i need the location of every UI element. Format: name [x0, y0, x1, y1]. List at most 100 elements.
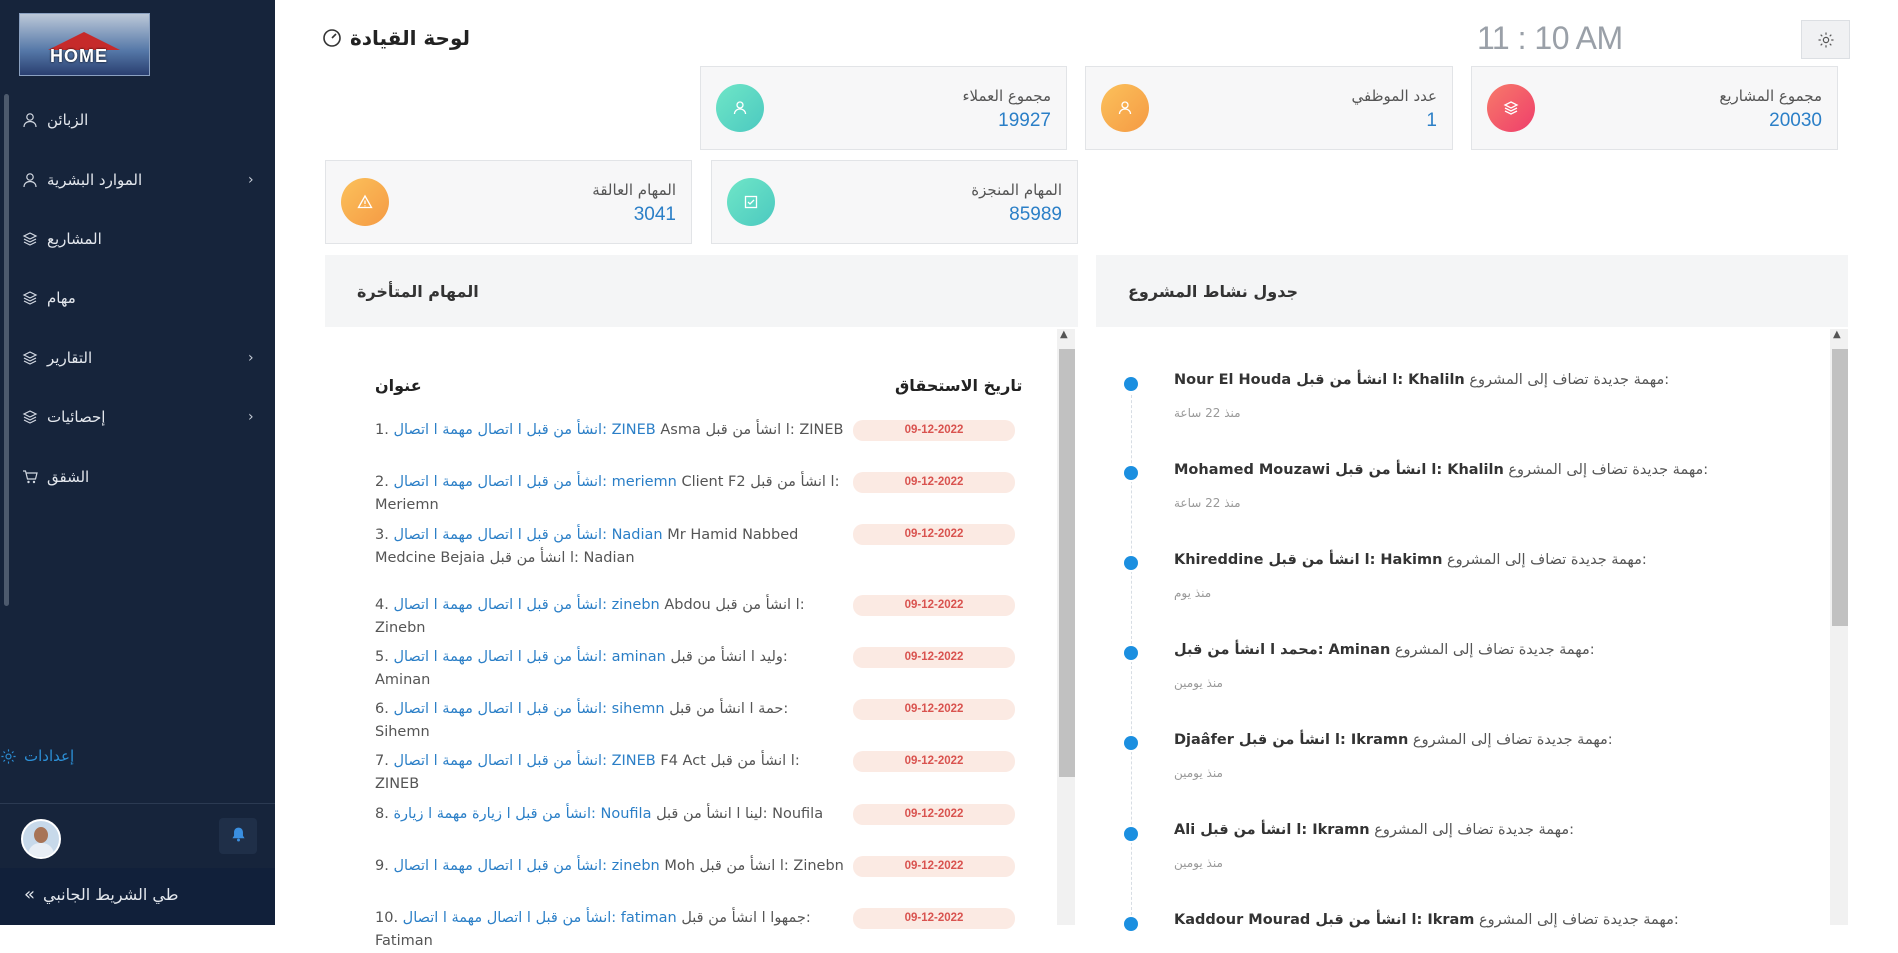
sidebar-item-statistics[interactable]: إحصائيات ›: [20, 403, 254, 431]
activity-item[interactable]: Djaâfer ا انشأ من قبل: Ikramn مهمة جديدة…: [1174, 732, 1613, 748]
scroll-thumb[interactable]: [1832, 349, 1848, 626]
late-tasks-scrollbar[interactable]: ▲: [1057, 329, 1075, 925]
sidebar-item-label: التقارير: [47, 349, 93, 367]
activity-item[interactable]: Nour El Houda ا انشأ من قبل: Khaliln مهم…: [1174, 372, 1669, 388]
activity-header: جدول نشاط المشروع: [1096, 255, 1848, 327]
activity-item[interactable]: Khireddine ا انشأ من قبل: Hakimn مهمة جد…: [1174, 552, 1647, 568]
stat-label: المهام العالقة: [592, 181, 676, 199]
due-date-badge: 09-12-2022: [853, 856, 1015, 877]
stat-value: 1: [1426, 110, 1437, 131]
scroll-up-icon[interactable]: ▲: [1060, 329, 1068, 340]
timeline-dot: [1124, 556, 1138, 570]
table-row[interactable]: 8. انشأ من قبل ا زيارة مهمة ا زيارة: Nou…: [375, 803, 845, 826]
stat-value: 20030: [1769, 110, 1822, 131]
layers-icon: [20, 408, 40, 426]
activity-time: منذ 22 ساعة: [1174, 496, 1241, 510]
activity-item[interactable]: محمد ا انشأ من قبل: Aminan مهمة جديدة تض…: [1174, 642, 1595, 658]
table-row[interactable]: 4. انشأ من قبل ا اتصال مهمة ا اتصال: zin…: [375, 594, 845, 640]
activity-scrollbar[interactable]: ▲: [1830, 329, 1848, 925]
table-row[interactable]: 3. انشأ من قبل ا اتصال مهمة ا اتصال: Nad…: [375, 524, 845, 570]
task-link[interactable]: انشأ من قبل ا اتصال مهمة ا اتصال: ZINEB: [393, 422, 655, 438]
task-link[interactable]: انشأ من قبل ا اتصال مهمة ا اتصال: sihemn: [393, 701, 664, 717]
task-link[interactable]: انشأ من قبل ا زيارة مهمة ا زيارة: Noufil…: [393, 806, 651, 822]
avatar[interactable]: [21, 819, 61, 859]
sidebar-scrollbar[interactable]: [4, 94, 9, 606]
stat-card-projects: مجموع المشاريع 20030: [1471, 66, 1838, 150]
clock: 11 : 10 AM: [1477, 20, 1623, 56]
sidebar-item-clients[interactable]: الزبائن: [20, 106, 88, 134]
sidebar-item-label: إحصائيات: [47, 408, 106, 426]
activity-item[interactable]: Kaddour Mourad ا انشأ من قبل: Ikram مهمة…: [1174, 912, 1679, 928]
layers-icon: [20, 230, 40, 248]
stat-label: عدد الموظفي: [1351, 87, 1437, 105]
page-title-text: لوحة القيادة: [349, 26, 470, 50]
sidebar-item-reports[interactable]: التقارير ›: [20, 344, 254, 372]
sidebar-item-label: مهام: [47, 289, 76, 307]
collapse-label: طي الشريط الجانبي: [43, 885, 179, 904]
double-chevron-left-icon: «: [24, 884, 36, 905]
activity-time: منذ يومين: [1174, 766, 1223, 780]
activity-item[interactable]: Ali ا انشأ من قبل: Ikramn مهمة جديدة تضا…: [1174, 822, 1574, 838]
table-row[interactable]: 2. انشأ من قبل ا اتصال مهمة ا اتصال: mer…: [375, 471, 845, 517]
settings-link[interactable]: إعدادات: [0, 747, 74, 765]
task-link[interactable]: انشأ من قبل ا اتصال مهمة ا اتصال: ZINEB: [393, 753, 655, 769]
logo[interactable]: HOME: [19, 13, 150, 76]
task-link[interactable]: انشأ من قبل ا اتصال مهمة ا اتصال: zinebn: [393, 597, 659, 613]
chevron-right-icon: ›: [248, 409, 254, 425]
stat-card-clients: مجموع العملاء 19927: [700, 66, 1067, 150]
due-date-badge: 09-12-2022: [853, 804, 1015, 825]
settings-button[interactable]: [1801, 20, 1850, 59]
due-date-badge: 09-12-2022: [853, 647, 1015, 668]
sidebar-item-tasks[interactable]: مهام: [20, 284, 76, 312]
task-link[interactable]: انشأ من قبل ا اتصال مهمة ا اتصال: Nadian: [393, 527, 662, 543]
table-row[interactable]: 6. انشأ من قبل ا اتصال مهمة ا اتصال: sih…: [375, 698, 845, 744]
late-tasks-header: المهام المتأخرة: [325, 255, 1078, 327]
warning-icon: [341, 178, 389, 226]
scroll-thumb[interactable]: [1059, 349, 1075, 777]
stat-value: 19927: [998, 110, 1051, 131]
user-icon: [20, 111, 40, 129]
stat-card-pending-tasks: المهام العالقة 3041: [325, 160, 692, 244]
sidebar-item-label: الموارد البشرية: [47, 171, 143, 189]
task-link[interactable]: انشأ من قبل ا اتصال مهمة ا اتصال: fatima…: [403, 910, 677, 926]
task-link[interactable]: انشأ من قبل ا اتصال مهمة ا اتصال: meriem…: [393, 474, 676, 490]
stat-label: مجموع العملاء: [962, 87, 1051, 105]
stat-card-done-tasks: المهام المنجزة 85989: [711, 160, 1078, 244]
activity-time: منذ يوم: [1174, 586, 1212, 600]
panel-title: المهام المتأخرة: [357, 282, 479, 301]
task-link[interactable]: انشأ من قبل ا اتصال مهمة ا اتصال: aminan: [393, 649, 665, 665]
users-icon: [1101, 84, 1149, 132]
due-date-badge: 09-12-2022: [853, 420, 1015, 441]
due-date-badge: 09-12-2022: [853, 524, 1015, 545]
collapse-sidebar-button[interactable]: « طي الشريط الجانبي: [0, 868, 275, 925]
gear-icon: [0, 748, 17, 765]
sidebar-item-projects[interactable]: المشاريع: [20, 225, 102, 253]
stat-value: 85989: [1009, 204, 1062, 225]
scroll-up-icon[interactable]: ▲: [1833, 329, 1841, 340]
table-row[interactable]: 7. انشأ من قبل ا اتصال مهمة ا اتصال: ZIN…: [375, 750, 845, 796]
column-header-due: تاريخ الاستحقاق: [895, 376, 1023, 395]
sidebar-item-apartments[interactable]: الشقق: [20, 463, 89, 491]
dashboard-icon: [322, 28, 342, 48]
table-row[interactable]: 9. انشأ من قبل ا اتصال مهمة ا اتصال: zin…: [375, 855, 845, 878]
table-row[interactable]: 1. انشأ من قبل ا اتصال مهمة ا اتصال: ZIN…: [375, 419, 845, 442]
due-date-badge: 09-12-2022: [853, 699, 1015, 720]
activity-item[interactable]: Mohamed Mouzawi ا انشأ من قبل: Khaliln م…: [1174, 462, 1708, 478]
stat-value: 3041: [633, 204, 676, 225]
stat-label: المهام المنجزة: [971, 181, 1062, 199]
chevron-right-icon: ›: [248, 172, 254, 188]
due-date-badge: 09-12-2022: [853, 908, 1015, 929]
sidebar-item-label: المشاريع: [47, 230, 102, 248]
timeline-dot: [1124, 466, 1138, 480]
notifications-button[interactable]: [219, 818, 257, 854]
due-date-badge: 09-12-2022: [853, 472, 1015, 493]
task-link[interactable]: انشأ من قبل ا اتصال مهمة ا اتصال: zinebn: [393, 858, 659, 874]
stat-card-employees: عدد الموظفي 1: [1085, 66, 1453, 150]
timeline-dot: [1124, 736, 1138, 750]
chevron-right-icon: ›: [248, 350, 254, 366]
cart-icon: [20, 468, 40, 486]
sidebar-item-hr[interactable]: الموارد البشرية ›: [20, 166, 254, 194]
table-row[interactable]: 5. انشأ من قبل ا اتصال مهمة ا اتصال: ami…: [375, 646, 845, 692]
table-row[interactable]: 10. انشأ من قبل ا اتصال مهمة ا اتصال: fa…: [375, 907, 845, 953]
user-icon: [20, 171, 40, 189]
